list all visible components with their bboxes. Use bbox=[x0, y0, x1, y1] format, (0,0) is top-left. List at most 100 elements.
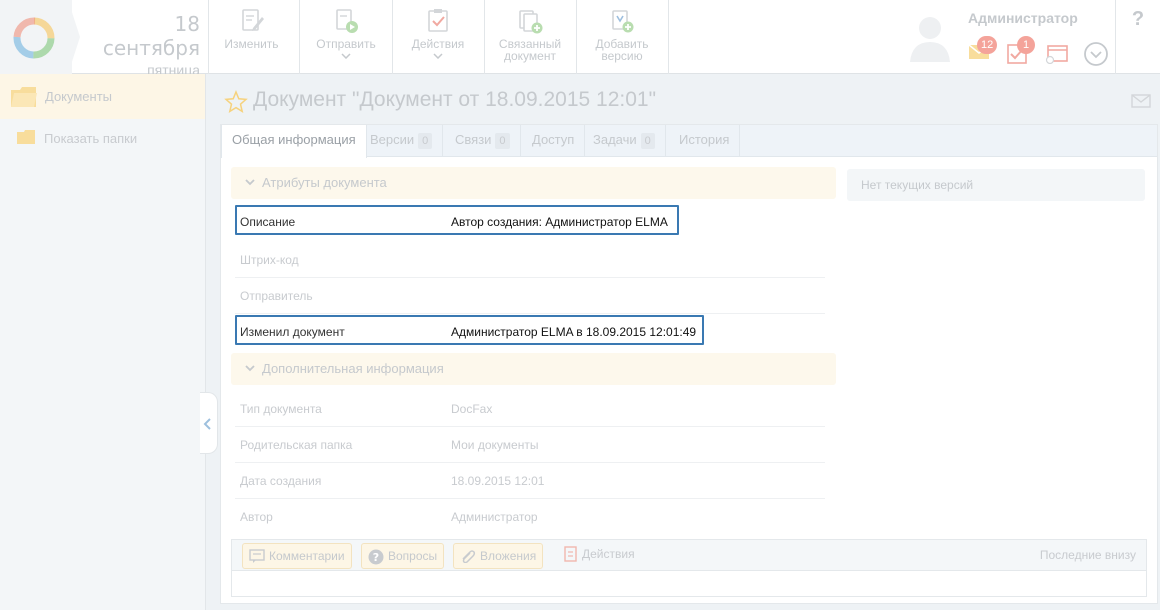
attachments-button-label: Вложения bbox=[480, 549, 537, 563]
attribute-value: Администратор bbox=[451, 510, 538, 524]
logo-area[interactable] bbox=[0, 0, 72, 74]
add-version-icon bbox=[612, 10, 634, 33]
help-button[interactable]: ? bbox=[1115, 0, 1160, 74]
actions-button[interactable]: Действия bbox=[393, 0, 483, 74]
user-area: Администратор 12 1 bbox=[900, 0, 1115, 74]
attribute-key: Дата создания bbox=[240, 474, 322, 488]
sidebar-item-label: Показать папки bbox=[44, 131, 138, 146]
comments-order-toggle[interactable]: Последние внизу bbox=[1040, 548, 1136, 562]
calendar-icon[interactable] bbox=[1045, 44, 1069, 64]
edit-document-icon bbox=[241, 9, 264, 31]
mail-icon[interactable] bbox=[1131, 94, 1151, 108]
star-favorite-icon[interactable] bbox=[224, 90, 248, 114]
tab-count-badge: 0 bbox=[640, 133, 655, 149]
tab-bar: Общая информация Версии 0 Связи 0 Доступ З… bbox=[221, 125, 1157, 158]
tab-history[interactable]: История bbox=[669, 125, 741, 157]
document-panel: Общая информация Версии 0 Связи 0 Доступ З… bbox=[220, 124, 1158, 604]
attribute-value: Администратор ELMA в 18.09.2015 12:01:49 bbox=[451, 325, 697, 339]
attribute-row-modified-by: Изменил документ Администратор ELMA в 18… bbox=[235, 315, 704, 345]
comments-button[interactable]: Комментарии bbox=[242, 543, 352, 569]
actions-checklist-icon bbox=[428, 9, 448, 32]
logo-notch bbox=[68, 0, 80, 74]
attributes-section-header[interactable]: Атрибуты документа bbox=[231, 167, 836, 199]
sidebar-item-documents[interactable]: Документы bbox=[0, 74, 205, 119]
edit-button[interactable]: Изменить bbox=[209, 0, 294, 74]
attribute-row-parent-folder: Родительская папка Мои документы bbox=[235, 427, 825, 463]
versions-empty-text: Нет текущих версий bbox=[861, 178, 974, 192]
attribute-row-barcode: Штрих-код bbox=[235, 242, 825, 278]
user-menu-chevron-icon[interactable] bbox=[1083, 41, 1109, 67]
send-button-label: Отправить bbox=[316, 37, 376, 51]
attribute-row-creation-date: Дата создания 18.09.2015 12:01 bbox=[235, 463, 825, 499]
attribute-value: Мои документы bbox=[451, 438, 539, 452]
folder-icon bbox=[17, 130, 35, 144]
section-title: Атрибуты документа bbox=[262, 175, 387, 190]
tasks-count-badge: 1 bbox=[1017, 36, 1035, 54]
questions-button[interactable]: ? Вопросы bbox=[361, 543, 445, 569]
top-bar: 18 сентября пятница Изменить Отправить Д… bbox=[0, 0, 1160, 78]
chevron-down-icon bbox=[245, 365, 255, 372]
tab-label: Задачи bbox=[593, 132, 637, 147]
user-name[interactable]: Администратор bbox=[968, 10, 1078, 26]
send-document-icon bbox=[336, 9, 358, 33]
comments-actions-button[interactable]: Действия bbox=[564, 546, 635, 562]
comments-actions-label: Действия bbox=[582, 547, 635, 561]
tab-links[interactable]: Связи 0 bbox=[445, 125, 521, 157]
sidebar-item-show-folders[interactable]: Показать папки bbox=[0, 119, 205, 155]
svg-text:?: ? bbox=[373, 551, 379, 564]
attribute-row-sender: Отправитель bbox=[235, 278, 825, 314]
linked-document-icon bbox=[519, 10, 543, 34]
attribute-row-description: Описание Автор создания: Администратор E… bbox=[235, 205, 679, 235]
attribute-key: Автор bbox=[240, 510, 273, 524]
tab-general-info[interactable]: Общая информация bbox=[221, 125, 367, 158]
date-day: 18 сентября bbox=[102, 12, 200, 60]
linked-document-label-2: документ bbox=[504, 49, 556, 63]
document-actions-icon bbox=[564, 546, 577, 562]
elma-logo-icon bbox=[13, 17, 55, 59]
tab-label: Версии bbox=[370, 132, 415, 147]
tab-count-badge: 0 bbox=[418, 133, 433, 149]
attribute-key: Описание bbox=[240, 215, 296, 229]
versions-panel: Нет текущих версий bbox=[847, 169, 1145, 201]
tab-label: Связи bbox=[455, 132, 492, 147]
questions-button-label: Вопросы bbox=[388, 549, 438, 563]
comments-area bbox=[231, 571, 1147, 597]
comments-toolbar: Комментарии ? Вопросы Вложения Действия … bbox=[231, 539, 1147, 571]
chevron-down-icon bbox=[433, 53, 443, 59]
send-button[interactable]: Отправить bbox=[300, 0, 392, 74]
tab-label: История bbox=[679, 132, 730, 147]
page-title: Документ "Документ от 18.09.2015 12:01" bbox=[253, 88, 657, 111]
sidebar-item-label: Документы bbox=[45, 89, 113, 104]
avatar[interactable] bbox=[908, 12, 952, 62]
toolbar-separator bbox=[668, 0, 669, 74]
attribute-row-author: Автор Администратор bbox=[235, 499, 825, 535]
tab-count-badge: 0 bbox=[495, 133, 510, 149]
folder-open-icon bbox=[11, 87, 37, 107]
attribute-key: Тип документа bbox=[240, 402, 322, 416]
edit-button-label: Изменить bbox=[224, 37, 279, 51]
attribute-value: Автор создания: Администратор ELMA bbox=[451, 215, 668, 229]
attachments-button[interactable]: Вложения bbox=[453, 543, 544, 569]
tab-tasks[interactable]: Задачи 0 bbox=[583, 125, 666, 157]
messages-count-badge: 12 bbox=[977, 36, 998, 54]
attribute-key: Родительская папка bbox=[240, 438, 353, 452]
date-display: 18 сентября пятница bbox=[80, 12, 200, 78]
extra-info-section-header[interactable]: Дополнительная информация bbox=[231, 353, 836, 385]
attribute-value: DocFax bbox=[451, 402, 493, 416]
section-title: Дополнительная информация bbox=[262, 361, 444, 376]
attribute-key: Отправитель bbox=[240, 289, 313, 303]
comments-button-label: Комментарии bbox=[269, 549, 345, 563]
linked-document-button[interactable]: Связанный документ bbox=[485, 0, 575, 74]
sidebar: Документы Показать папки bbox=[0, 74, 218, 610]
paperclip-icon bbox=[462, 550, 476, 563]
chevron-down-icon bbox=[245, 179, 255, 186]
chevron-down-icon bbox=[341, 53, 351, 59]
comment-icon bbox=[249, 549, 265, 563]
tab-label: Доступ bbox=[532, 132, 575, 147]
add-version-button[interactable]: Добавить версию bbox=[577, 0, 667, 74]
attribute-value: 18.09.2015 12:01 bbox=[451, 474, 545, 488]
tab-versions[interactable]: Версии 0 bbox=[360, 125, 444, 157]
tab-access[interactable]: Доступ bbox=[522, 125, 586, 157]
attribute-key: Штрих-код bbox=[240, 253, 299, 267]
attribute-key: Изменил документ bbox=[240, 325, 345, 339]
